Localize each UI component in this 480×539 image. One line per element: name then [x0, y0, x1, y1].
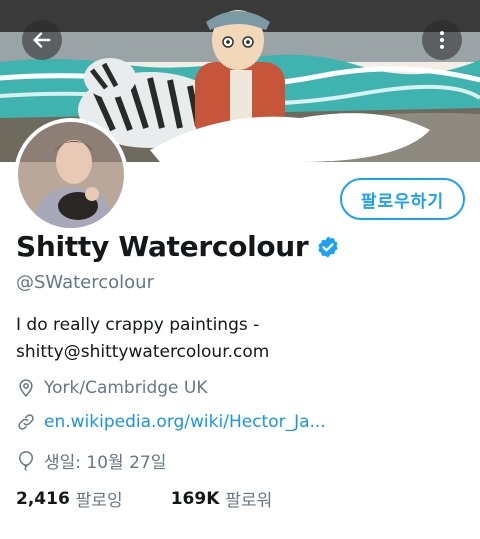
- avatar[interactable]: [14, 118, 128, 232]
- bio: I do really crappy paintings - shitty@sh…: [16, 312, 269, 366]
- back-button[interactable]: [22, 20, 62, 60]
- bio-email[interactable]: shitty@shittywatercolour.com: [16, 339, 269, 366]
- back-arrow-icon: [33, 32, 51, 48]
- name-row: Shitty Watercolour: [16, 230, 340, 263]
- balloon-icon: [18, 450, 34, 471]
- followers-number: 169K: [170, 488, 220, 509]
- more-options-button[interactable]: [422, 20, 462, 60]
- birthday-row: 생일: 10월 27일: [16, 448, 166, 473]
- link-icon: [18, 414, 34, 430]
- birthday-text: 생일: 10월 27일: [44, 453, 167, 473]
- website-row[interactable]: en.wikipedia.org/wiki/Hector_Ja...: [16, 412, 326, 432]
- bio-line: I do really crappy paintings -: [16, 315, 260, 335]
- location-pin-icon: [19, 379, 33, 397]
- location-text: York/Cambridge UK: [44, 378, 208, 398]
- verified-badge-icon: [318, 236, 339, 257]
- more-vertical-icon: [439, 31, 445, 49]
- location-row: York/Cambridge UK: [16, 378, 207, 398]
- followers-label: 팔로워: [225, 491, 273, 511]
- following-label: 팔로잉: [75, 491, 123, 511]
- display-name: Shitty Watercolour: [16, 230, 309, 263]
- website-link[interactable]: en.wikipedia.org/wiki/Hector_Ja...: [44, 412, 326, 432]
- follow-button[interactable]: 팔로우하기: [340, 178, 465, 220]
- handle: @SWatercolour: [16, 272, 154, 293]
- followers-count[interactable]: 169K 팔로워: [170, 486, 273, 512]
- following-count[interactable]: 2,416 팔로잉: [16, 486, 123, 512]
- follow-counts: 2,416 팔로잉 169K 팔로워: [16, 486, 273, 512]
- following-number: 2,416: [16, 488, 70, 509]
